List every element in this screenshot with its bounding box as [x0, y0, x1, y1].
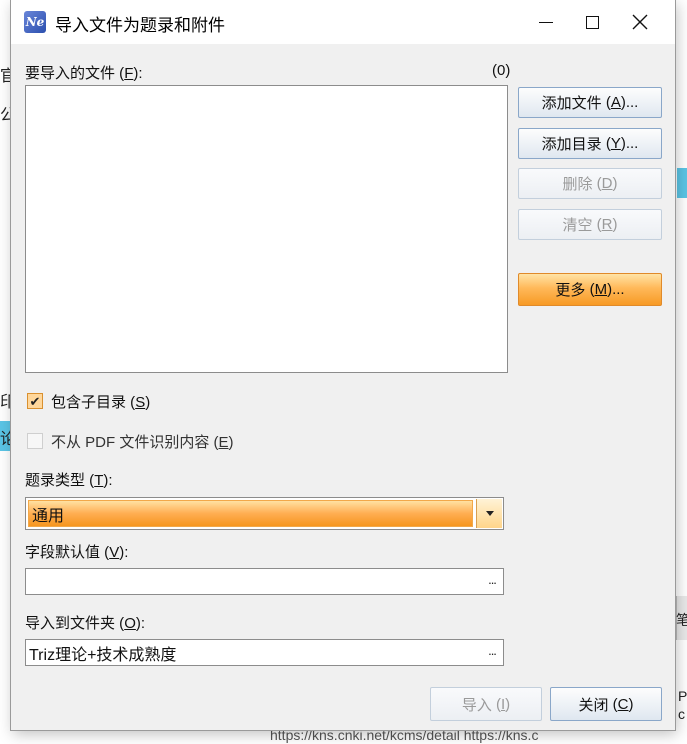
add-file-button[interactable]: 添加文件 (A)...: [518, 87, 662, 118]
record-type-select[interactable]: 通用: [25, 497, 504, 530]
chevron-down-icon: [485, 511, 494, 516]
dropdown-button[interactable]: [476, 499, 502, 528]
import-folder-value: Triz理论+技术成熟度: [29, 646, 177, 664]
add-directory-button[interactable]: 添加目录 (Y)...: [518, 128, 662, 159]
no-pdf-ocr-checkbox[interactable]: [27, 433, 43, 449]
maximize-icon: [585, 15, 599, 29]
field-default-input[interactable]: ...: [25, 568, 504, 595]
field-default-browse-button[interactable]: ...: [481, 572, 503, 591]
minimize-icon: [539, 21, 553, 23]
background-text-7: c: [678, 706, 685, 722]
record-type-value: 通用: [28, 500, 473, 527]
include-subdirs-label[interactable]: 包含子目录 (S): [51, 391, 150, 412]
import-folder-input[interactable]: Triz理论+技术成熟度 ...: [25, 639, 504, 666]
import-button[interactable]: 导入 (I): [430, 687, 542, 721]
files-label: 要导入的文件 (F):: [25, 65, 143, 82]
no-pdf-ocr-label[interactable]: 不从 PDF 文件识别内容 (E): [51, 431, 234, 452]
app-icon: Ne: [24, 11, 46, 33]
record-type-label: 题录类型 (T):: [25, 472, 113, 489]
more-button[interactable]: 更多 (M)...: [518, 273, 662, 306]
import-dialog: Ne 导入文件为题录和附件 要导入的文件 (F): (0) 添加文件 (A)..…: [11, 0, 675, 730]
title-bar: Ne 导入文件为题录和附件: [11, 0, 675, 44]
close-window-button[interactable]: [617, 0, 663, 44]
background-text-5: 笔: [676, 612, 687, 628]
close-button[interactable]: 关闭 (C): [550, 687, 662, 721]
file-list[interactable]: [25, 85, 508, 373]
field-default-label: 字段默认值 (V):: [25, 544, 129, 561]
files-count: (0): [492, 62, 511, 79]
delete-button[interactable]: 删除 (D): [518, 168, 662, 199]
background-text-6: P: [678, 688, 687, 704]
maximize-button[interactable]: [569, 0, 615, 44]
window-title: 导入文件为题录和附件: [55, 16, 225, 35]
include-subdirs-checkbox[interactable]: ✔: [27, 393, 43, 409]
clear-button[interactable]: 清空 (R): [518, 209, 662, 240]
import-folder-browse-button[interactable]: ...: [481, 643, 503, 662]
minimize-button[interactable]: [523, 0, 569, 44]
import-folder-label: 导入到文件夹 (O):: [25, 615, 146, 632]
close-icon: [632, 14, 648, 30]
background-cyan-marker: [677, 168, 687, 198]
